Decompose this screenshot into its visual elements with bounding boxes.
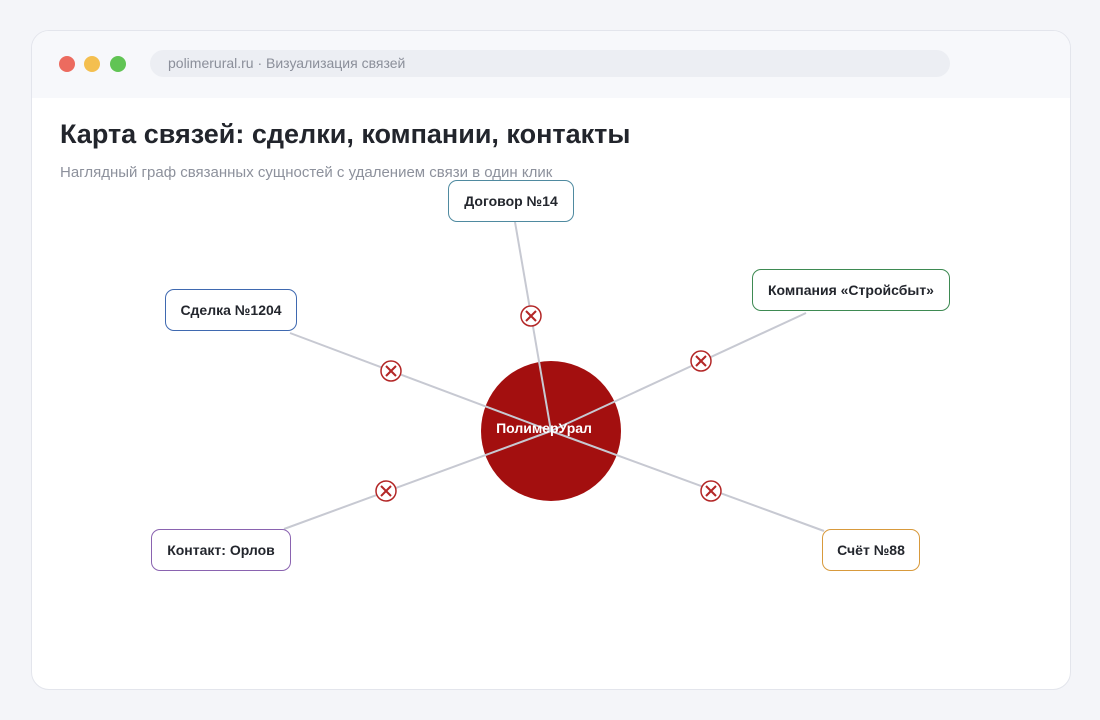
node-invoice[interactable]: Счёт №88: [822, 529, 920, 571]
relationship-graph: ПолимерУрал: [283, 221, 825, 532]
node-label: Сделка №1204: [180, 302, 282, 318]
delete-link-contract-button[interactable]: [520, 305, 542, 327]
node-company[interactable]: Компания «Стройсбыт»: [752, 269, 950, 311]
node-contact[interactable]: Контакт: Орлов: [151, 529, 291, 571]
delete-link-company-button[interactable]: [690, 350, 712, 372]
delete-link-contact-button[interactable]: [375, 480, 397, 502]
delete-link-deal-button[interactable]: [380, 360, 402, 382]
browser-window: polimerural.ru · Визуализация связей Кар…: [31, 30, 1071, 690]
node-label: Контакт: Орлов: [167, 542, 275, 558]
center-node-label: ПолимерУрал: [496, 420, 592, 436]
edge-company: [550, 312, 807, 432]
node-label: Договор №14: [464, 193, 558, 209]
node-contract[interactable]: Договор №14: [448, 180, 574, 222]
node-label: Компания «Стройсбыт»: [768, 282, 934, 298]
delete-link-invoice-button[interactable]: [700, 480, 722, 502]
node-deal[interactable]: Сделка №1204: [165, 289, 297, 331]
node-label: Счёт №88: [837, 542, 905, 558]
